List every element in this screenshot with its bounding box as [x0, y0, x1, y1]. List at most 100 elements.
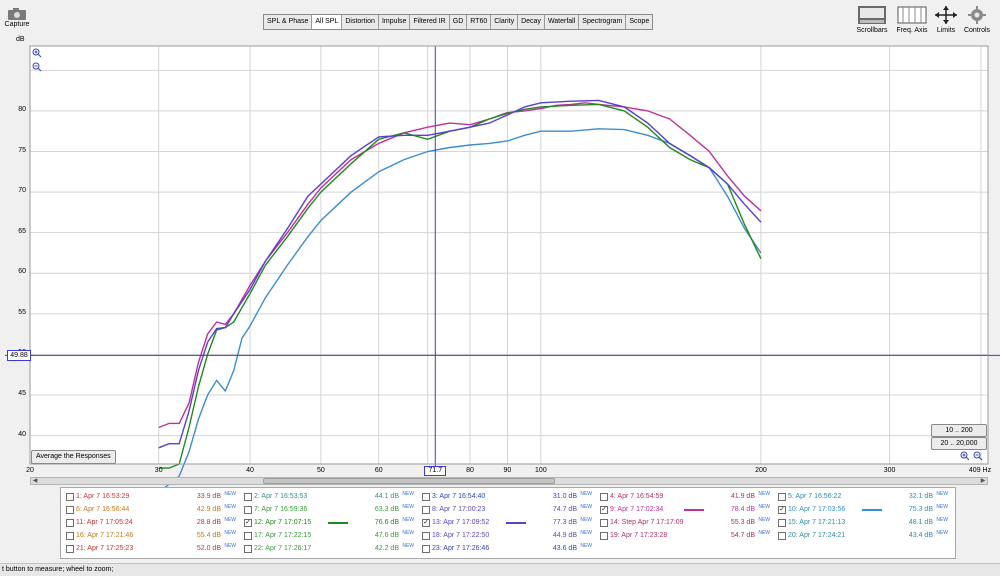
measurement-checkbox[interactable] [422, 532, 430, 540]
measurement-item[interactable]: 7: Apr 7 16:59:36 63.3 dB NEW [241, 503, 417, 516]
tab-filtered-ir[interactable]: Filtered IR [410, 15, 450, 29]
tab-distortion[interactable]: Distortion [342, 15, 379, 29]
measurement-checkbox[interactable] [422, 493, 430, 501]
measurement-checkbox[interactable]: ✓ [600, 506, 608, 514]
measurement-value: 55.3 dB [730, 519, 755, 526]
tab-decay[interactable]: Decay [518, 15, 545, 29]
y-tick-label: 65 [18, 227, 26, 235]
measurement-item[interactable]: ✓ 10: Apr 7 17:03:56 75.3 dB NEW [775, 503, 951, 516]
measurement-checkbox[interactable]: ✓ [778, 506, 786, 514]
measurement-checkbox[interactable] [778, 519, 786, 527]
range-10-200-button[interactable]: 10 .. 200 [931, 424, 987, 437]
tab-gd[interactable]: GD [450, 15, 468, 29]
measurement-item[interactable]: 17: Apr 7 17:22:15 47.6 dB NEW [241, 529, 417, 542]
scrollbar-thumb[interactable] [263, 478, 555, 484]
measurement-checkbox[interactable] [244, 506, 252, 514]
controls-button[interactable]: Controls [957, 5, 997, 34]
new-badge: NEW [402, 491, 414, 497]
measurement-value: 55.4 dB [196, 532, 221, 539]
measurement-item[interactable]: 18: Apr 7 17:22:50 44.9 dB NEW [419, 529, 595, 542]
measurement-checkbox[interactable]: ✓ [422, 519, 430, 527]
new-badge: NEW [580, 543, 592, 549]
capture-button[interactable]: Capture [0, 2, 34, 38]
measurement-checkbox[interactable] [66, 545, 74, 553]
new-badge: NEW [758, 491, 770, 497]
measurement-item[interactable]: 20: Apr 7 17:24:21 43.4 dB NEW [775, 529, 951, 542]
measurement-checkbox[interactable] [244, 545, 252, 553]
measurement-item[interactable]: 14: Step Apr 7 17:17:09 55.3 dB NEW [597, 516, 773, 529]
average-responses-button[interactable]: Average the Responses [31, 450, 116, 464]
new-badge: NEW [758, 530, 770, 536]
measurement-item[interactable]: 2: Apr 7 16:53:53 44.1 dB NEW [241, 490, 417, 503]
range-20-20000-button[interactable]: 20 .. 20,000 [931, 437, 987, 450]
measurement-item[interactable]: 16: Apr 7 17:21:46 55.4 dB NEW [63, 529, 239, 542]
measurement-name: 7: Apr 7 16:59:36 [254, 506, 308, 513]
new-badge: NEW [402, 543, 414, 549]
measurement-checkbox[interactable] [244, 532, 252, 540]
measurement-checkbox[interactable] [244, 493, 252, 501]
zoom-out-x-icon[interactable] [973, 451, 983, 461]
x-tick-label: 30 [154, 467, 163, 474]
measurement-value: 75.3 dB [908, 506, 933, 513]
measurement-item[interactable]: ✓ 9: Apr 7 17:02:34 78.4 dB NEW [597, 503, 773, 516]
measurement-checkbox[interactable] [778, 493, 786, 501]
tab-scope[interactable]: Scope [626, 15, 652, 29]
zoom-in-y-icon[interactable] [32, 48, 42, 58]
scroll-right-icon[interactable]: ▶ [979, 478, 987, 484]
measurement-item[interactable]: 8: Apr 7 17:00:23 74.7 dB NEW [419, 503, 595, 516]
measurement-checkbox[interactable] [66, 519, 74, 527]
measurement-item[interactable]: 5: Apr 7 16:56:22 32.1 dB NEW [775, 490, 951, 503]
measurement-name: 11: Apr 7 17:05:24 [76, 519, 133, 526]
measurement-item[interactable]: 21: Apr 7 17:25:23 52.0 dB NEW [63, 542, 239, 555]
measurement-checkbox[interactable] [778, 532, 786, 540]
scroll-left-icon[interactable]: ◀ [31, 478, 39, 484]
measurement-item[interactable]: ✓ 13: Apr 7 17:09:52 77.3 dB NEW [419, 516, 595, 529]
y-tick-label: 70 [18, 187, 26, 195]
measurement-item[interactable]: 23: Apr 7 17:26:46 43.6 dB NEW [419, 542, 595, 555]
measurement-item[interactable]: 22: Apr 7 17:26:17 42.2 dB NEW [241, 542, 417, 555]
measurement-item[interactable]: 11: Apr 7 17:05:24 28.8 dB NEW [63, 516, 239, 529]
scrollbars-button[interactable]: Scrollbars [852, 5, 892, 34]
measurement-checkbox[interactable] [422, 545, 430, 553]
tab-rt60[interactable]: RT60 [467, 15, 492, 29]
measurement-item[interactable]: 1: Apr 7 16:53:29 33.9 dB NEW [63, 490, 239, 503]
cursor-y-readout[interactable]: 49.88 [7, 350, 31, 362]
camera-icon [8, 8, 26, 20]
view-tabs: SPL & Phase All SPL Distortion Impulse Filte… [263, 14, 654, 30]
measurement-checkbox[interactable]: ✓ [244, 519, 252, 527]
measurement-value: 44.9 dB [552, 532, 577, 539]
measurement-item[interactable]: 15: Apr 7 17:21:13 48.1 dB NEW [775, 516, 951, 529]
measurement-name: 14: Step Apr 7 17:17:09 [610, 519, 684, 526]
measurement-value: 52.0 dB [196, 545, 221, 552]
tab-all-spl[interactable]: All SPL [312, 15, 343, 29]
measurement-item[interactable]: 6: Apr 7 16:56:44 42.9 dB NEW [63, 503, 239, 516]
measurement-checkbox[interactable] [600, 493, 608, 501]
tab-spectrogram[interactable]: Spectrogram [579, 15, 627, 29]
measurement-item[interactable]: 19: Apr 7 17:23:28 54.7 dB NEW [597, 529, 773, 542]
zoom-in-x-icon[interactable] [960, 451, 970, 461]
x-tick-label: 90 [503, 467, 512, 474]
measurement-checkbox[interactable] [600, 532, 608, 540]
measurement-name: 13: Apr 7 17:09:52 [432, 519, 490, 526]
tab-spl-phase[interactable]: SPL & Phase [264, 15, 313, 29]
zoom-out-y-icon[interactable] [32, 62, 42, 72]
plot-area[interactable] [30, 46, 988, 464]
y-tick-label: 60 [18, 268, 26, 276]
measurement-item[interactable]: 3: Apr 7 16:54:40 31.0 dB NEW [419, 490, 595, 503]
x-tick-label: 60 [374, 467, 383, 474]
cursor-x-readout[interactable]: 71.7 [424, 466, 447, 476]
y-tick-label: 55 [18, 308, 26, 316]
measurement-name: 15: Apr 7 17:21:13 [788, 519, 846, 526]
measurement-item[interactable]: 4: Apr 7 16:54:59 41.9 dB NEW [597, 490, 773, 503]
measurement-checkbox[interactable] [600, 519, 608, 527]
tab-waterfall[interactable]: Waterfall [545, 15, 580, 29]
measurement-checkbox[interactable] [66, 506, 74, 514]
measurement-checkbox[interactable] [422, 506, 430, 514]
measurement-name: 10: Apr 7 17:03:56 [788, 506, 846, 513]
tab-impulse[interactable]: Impulse [379, 15, 411, 29]
measurement-checkbox[interactable] [66, 493, 74, 501]
measurement-item[interactable]: ✓ 12: Apr 7 17:07:15 76.6 dB NEW [241, 516, 417, 529]
measurement-checkbox[interactable] [66, 532, 74, 540]
tab-clarity[interactable]: Clarity [491, 15, 519, 29]
horizontal-scrollbar[interactable]: ◀ ▶ [30, 477, 988, 485]
